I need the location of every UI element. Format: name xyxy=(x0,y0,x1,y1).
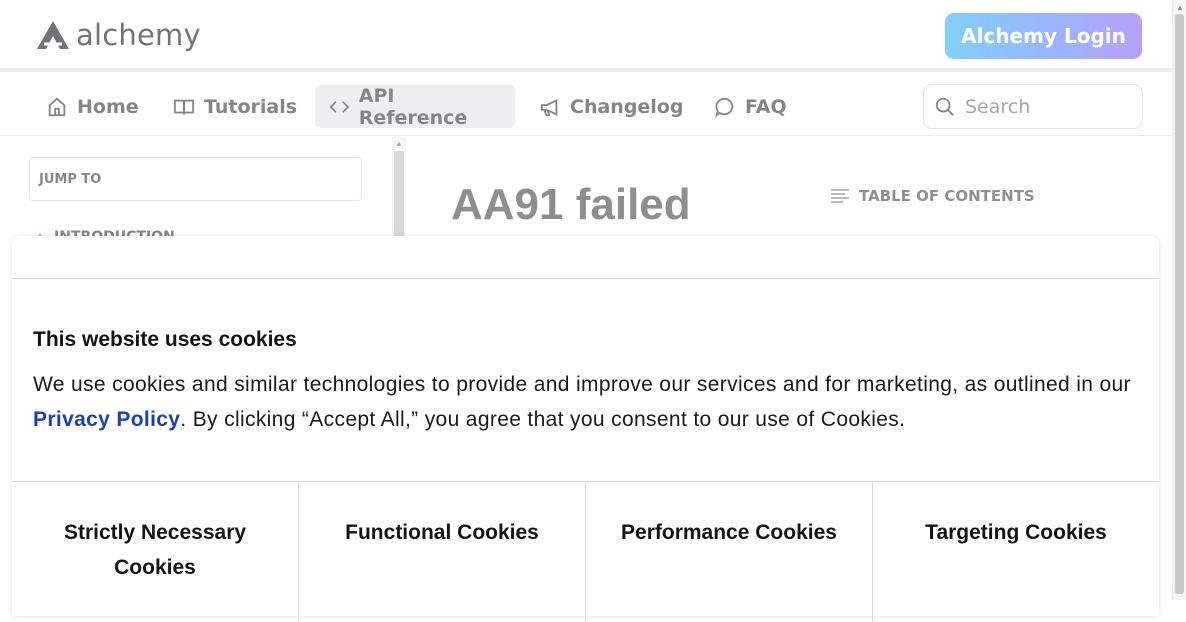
category-label: Targeting Cookies xyxy=(925,521,1107,544)
cookie-dialog-text: We use cookies and similar technologies … xyxy=(33,367,1143,437)
cookie-category-strictly-necessary[interactable]: Strictly Necessary Cookies xyxy=(12,482,299,622)
cookie-text-after: . By clicking “Accept All,” you agree th… xyxy=(180,408,906,431)
cookie-category-targeting[interactable]: Targeting Cookies xyxy=(873,482,1159,622)
category-label: Strictly Necessary Cookies xyxy=(63,521,247,579)
window-scroll-thumb[interactable] xyxy=(1175,14,1184,594)
cookie-category-tabs: Strictly Necessary Cookies Functional Co… xyxy=(12,482,1159,622)
modal-divider-top xyxy=(12,278,1159,279)
category-label: Performance Cookies xyxy=(621,521,837,544)
cookie-category-functional[interactable]: Functional Cookies xyxy=(299,482,586,622)
category-label: Functional Cookies xyxy=(345,521,539,544)
privacy-policy-link[interactable]: Privacy Policy xyxy=(33,408,180,431)
cookie-text-before: We use cookies and similar technologies … xyxy=(33,373,1131,396)
window-scrollbar[interactable]: ▲ xyxy=(1172,0,1186,600)
window-scroll-up-icon[interactable]: ▲ xyxy=(1176,3,1184,12)
cookie-consent-dialog: This website uses cookies We use cookies… xyxy=(12,236,1159,622)
cookie-dialog-title: This website uses cookies xyxy=(33,328,297,351)
cookie-category-performance[interactable]: Performance Cookies xyxy=(586,482,873,622)
